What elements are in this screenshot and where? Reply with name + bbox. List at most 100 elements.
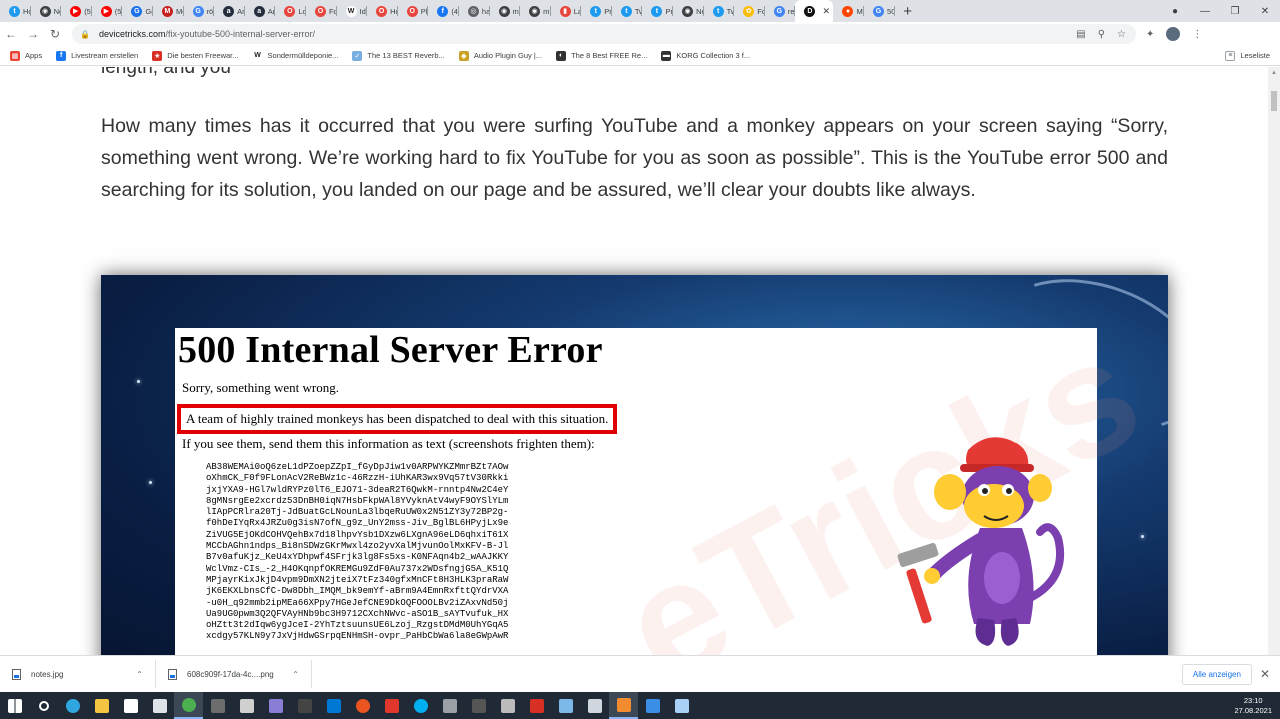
- close-shelf-icon[interactable]: ✕: [1260, 667, 1270, 681]
- menu-icon[interactable]: ⋮: [1192, 29, 1202, 40]
- tab-title: Fot: [757, 6, 765, 16]
- download-filename: notes.jpg: [31, 669, 64, 679]
- close-window-icon[interactable]: ✕: [1250, 6, 1280, 17]
- edge-icon[interactable]: [58, 692, 87, 719]
- bookmark-item[interactable]: ◐ The 8 Best FREE Re...: [556, 50, 648, 61]
- tab[interactable]: O Ho: [367, 0, 398, 22]
- install-icon[interactable]: ▤: [1076, 29, 1085, 40]
- search-icon[interactable]: [29, 692, 58, 719]
- minimize-icon[interactable]: —: [1190, 6, 1220, 17]
- app-photo-icon[interactable]: [638, 692, 667, 719]
- extensions-icon[interactable]: ✦: [1146, 29, 1154, 40]
- tab[interactable]: tPro: [581, 0, 612, 22]
- tab-strip: tHo◉Ne▶(58▶(58GGoMMeGröyaAnaAnOLoOForWId…: [0, 0, 1280, 22]
- restore-icon[interactable]: ❐: [1220, 6, 1250, 17]
- app-blue-icon[interactable]: [551, 692, 580, 719]
- bookmark-star-icon[interactable]: ☆: [1117, 29, 1126, 40]
- system-clock[interactable]: 23:10 27.08.2021: [1234, 696, 1272, 716]
- tool-c-icon[interactable]: [261, 692, 290, 719]
- bookmark-favicon-icon: ◐: [556, 50, 567, 61]
- tool-b-icon[interactable]: [232, 692, 261, 719]
- tab[interactable]: ▶(58: [92, 0, 122, 22]
- app-rec-icon[interactable]: [522, 692, 551, 719]
- download-item[interactable]: 608c909f-17da-4c....png ⌃: [156, 660, 312, 688]
- tab[interactable]: ◉ Ne: [673, 0, 704, 22]
- scroll-up-icon[interactable]: ▲: [1271, 70, 1277, 76]
- bookmark-item[interactable]: W Sondermülldeponie...: [252, 50, 338, 61]
- tab[interactable]: G 50: [864, 0, 895, 22]
- live-icon[interactable]: [290, 692, 319, 719]
- reading-list-icon: ≡: [1225, 50, 1236, 61]
- app-red-icon[interactable]: [377, 692, 406, 719]
- reading-list-button[interactable]: ≡ Leseliste: [1225, 50, 1270, 61]
- page-scrollbar[interactable]: ▲: [1268, 67, 1280, 655]
- skype-a-icon[interactable]: [319, 692, 348, 719]
- bookmark-label: The 8 Best FREE Re...: [571, 51, 648, 60]
- app-box-icon[interactable]: [580, 692, 609, 719]
- zoom-icon[interactable]: ⚲: [1098, 29, 1105, 40]
- tab[interactable]: ◎ ha: [459, 0, 490, 22]
- lock-icon[interactable]: 🔒: [80, 30, 90, 39]
- app-grey-icon[interactable]: [435, 692, 464, 719]
- app-x-icon[interactable]: [493, 692, 522, 719]
- tab-title: Ho: [23, 6, 31, 16]
- tab[interactable]: ◉ Ne: [31, 0, 61, 22]
- tab[interactable]: Gröy: [184, 0, 214, 22]
- bookmark-item[interactable]: f Livestream erstellen: [56, 50, 138, 61]
- tab[interactable]: O Lo: [275, 0, 306, 22]
- tab[interactable]: OPle: [398, 0, 429, 22]
- tab[interactable]: t Tw: [612, 0, 642, 22]
- mail-icon[interactable]: [145, 692, 174, 719]
- close-tab-icon[interactable]: ✕: [822, 6, 830, 17]
- tab[interactable]: MMe: [153, 0, 184, 22]
- tab[interactable]: Grep: [765, 0, 795, 22]
- tab-favicon-icon: ●: [842, 5, 854, 17]
- download-item[interactable]: notes.jpg ⌃: [0, 660, 156, 688]
- tab[interactable]: OFor: [306, 0, 337, 22]
- tab[interactable]: ●Mc: [833, 0, 864, 22]
- tab[interactable]: t Tw: [704, 0, 734, 22]
- tab[interactable]: ▶(58: [61, 0, 92, 22]
- reload-button[interactable]: ↻: [44, 27, 66, 41]
- back-button[interactable]: ←: [0, 27, 22, 41]
- tab-title: Pro: [665, 6, 673, 16]
- tab[interactable]: ▮ La: [551, 0, 581, 22]
- vst-icon[interactable]: [464, 692, 493, 719]
- skype-b-icon[interactable]: [406, 692, 435, 719]
- tab[interactable]: ◉m1: [490, 0, 520, 22]
- new-tab-button[interactable]: +: [895, 0, 921, 22]
- tab-search-icon[interactable]: ●: [1160, 6, 1190, 17]
- scrollbar-thumb[interactable]: [1271, 91, 1277, 111]
- tab-active[interactable]: D ✕: [795, 0, 834, 22]
- tab-favicon-icon: ◉: [498, 5, 510, 17]
- show-all-downloads-button[interactable]: Alle anzeigen: [1181, 663, 1252, 685]
- app-pencil-icon[interactable]: [667, 692, 696, 719]
- bookmark-item[interactable]: ▦ Apps: [10, 50, 42, 61]
- store-icon[interactable]: [116, 692, 145, 719]
- tab-title: Ple: [420, 6, 429, 16]
- profile-avatar[interactable]: [1166, 27, 1181, 41]
- tab[interactable]: WIde: [337, 0, 367, 22]
- tab[interactable]: a An: [245, 0, 275, 22]
- chevron-up-icon[interactable]: ⌃: [292, 670, 299, 679]
- bookmark-item[interactable]: ✓ The 13 BEST Reverb...: [352, 50, 445, 61]
- bookmark-item[interactable]: ▬ KORG Collection 3 f...: [661, 50, 750, 61]
- forward-button[interactable]: →: [22, 27, 44, 41]
- bookmark-item[interactable]: ★ Die besten Freewar...: [152, 50, 239, 61]
- tab[interactable]: ✿Fot: [734, 0, 765, 22]
- tool-a-icon[interactable]: [203, 692, 232, 719]
- chevron-up-icon[interactable]: ⌃: [136, 670, 143, 679]
- bookmark-item[interactable]: ◆ Audio Plugin Guy |...: [458, 50, 542, 61]
- tab[interactable]: a An: [214, 0, 245, 22]
- tab[interactable]: f(4): [428, 0, 459, 22]
- chrome-icon[interactable]: [174, 692, 203, 719]
- tab[interactable]: tPro: [642, 0, 673, 22]
- ubuntu-icon[interactable]: [348, 692, 377, 719]
- app-orange-icon[interactable]: [609, 692, 638, 719]
- tab[interactable]: ◉m1: [520, 0, 551, 22]
- explorer-icon[interactable]: [87, 692, 116, 719]
- address-bar[interactable]: 🔒 devicetricks.com/fix-youtube-500-inter…: [72, 24, 1136, 44]
- windows-icon[interactable]: [0, 692, 29, 719]
- tab[interactable]: GGo: [122, 0, 153, 22]
- tab[interactable]: t Ho: [0, 0, 31, 22]
